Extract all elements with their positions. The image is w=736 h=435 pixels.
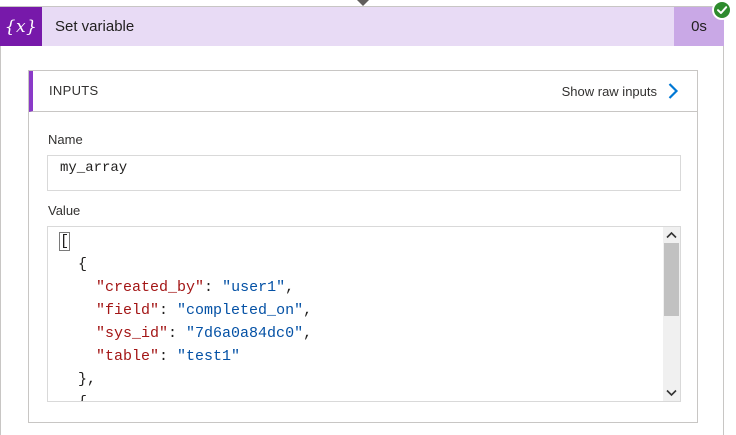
action-header[interactable]: {x} Set variable 0s	[0, 7, 724, 46]
json-key: "table"	[96, 348, 160, 365]
json-punctuation: ,	[285, 279, 295, 296]
scroll-up-icon[interactable]	[663, 228, 680, 242]
value-label: Value	[48, 203, 81, 218]
inputs-header: INPUTS Show raw inputs	[29, 71, 697, 112]
json-punctuation: ,	[303, 302, 313, 319]
inputs-section-label: INPUTS	[49, 83, 99, 98]
json-key: "field"	[96, 302, 160, 319]
json-punctuation: {	[78, 394, 87, 401]
json-punctuation: :	[168, 325, 187, 342]
code-line: "sys_id": "7d6a0a84dc0",	[60, 322, 312, 345]
value-code-field[interactable]: [ { "created_by": "user1", "field": "com…	[47, 226, 681, 402]
code-line: "created_by": "user1",	[60, 276, 312, 299]
scroll-thumb[interactable]	[664, 243, 679, 316]
code-line: },	[60, 368, 312, 391]
json-string: "7d6a0a84dc0"	[186, 325, 304, 342]
show-raw-inputs-label: Show raw inputs	[561, 83, 657, 99]
json-punctuation: [	[58, 232, 71, 251]
json-string: "test1"	[177, 348, 241, 365]
code-line: {	[60, 391, 312, 401]
code-line: {	[60, 253, 312, 276]
code-line: "table": "test1"	[60, 345, 312, 368]
json-punctuation: :	[204, 279, 223, 296]
inputs-panel: INPUTS Show raw inputs Name my_array Val…	[28, 70, 698, 423]
json-key: "sys_id"	[96, 325, 169, 342]
json-punctuation: },	[78, 371, 97, 388]
value-scrollbar[interactable]	[663, 227, 680, 401]
scroll-down-icon[interactable]	[663, 386, 680, 400]
json-string: "user1"	[222, 279, 286, 296]
code-line: "field": "completed_on",	[60, 299, 312, 322]
name-label: Name	[48, 132, 83, 147]
json-punctuation: :	[159, 302, 178, 319]
json-punctuation: ,	[303, 325, 313, 342]
json-code: [ { "created_by": "user1", "field": "com…	[58, 230, 312, 401]
name-value-field[interactable]: my_array	[47, 155, 681, 191]
json-punctuation: {	[78, 256, 88, 273]
json-punctuation: :	[159, 348, 178, 365]
chevron-right-icon	[668, 83, 679, 99]
success-check-icon	[712, 0, 732, 20]
action-title: Set variable	[55, 18, 135, 35]
variable-icon: {x}	[0, 7, 42, 46]
json-key: "created_by"	[96, 279, 205, 296]
code-line: [	[58, 230, 312, 253]
json-string: "completed_on"	[177, 302, 304, 319]
show-raw-inputs-link[interactable]: Show raw inputs	[562, 71, 679, 111]
